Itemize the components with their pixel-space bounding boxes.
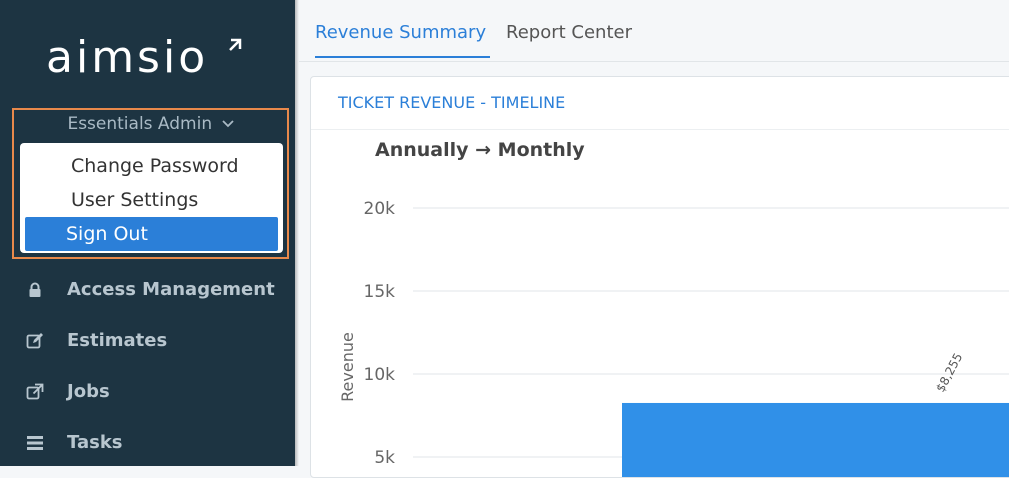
list-icon xyxy=(25,433,45,453)
main-content: Revenue Summary Report Center TICKET REV… xyxy=(299,0,1009,478)
logo-text: aimsio xyxy=(46,32,209,83)
sidebar-item-label: Access Management xyxy=(67,279,275,300)
change-password-item[interactable]: Change Password xyxy=(25,149,278,183)
lock-icon xyxy=(25,280,45,300)
revenue-chart: 20k 15k 10k 5k Revenue $8,255 xyxy=(338,199,1009,477)
sign-out-item[interactable]: Sign Out xyxy=(25,217,278,251)
user-menu-highlight: Essentials Admin Change Password User Se… xyxy=(12,108,289,259)
y-tick-label: 10k xyxy=(364,365,396,385)
chevron-down-icon xyxy=(221,120,234,128)
sidebar: aimsio Essentials Admin Change Password … xyxy=(0,0,295,466)
y-axis-label: Revenue xyxy=(338,332,357,402)
sidebar-item-label: Jobs xyxy=(67,381,110,402)
user-settings-item[interactable]: User Settings xyxy=(25,183,278,217)
revenue-timeline-card: TICKET REVENUE - TIMELINE Annually → Mon… xyxy=(310,76,1009,478)
tab-report-center[interactable]: Report Center xyxy=(506,22,632,56)
user-menu-toggle[interactable]: Essentials Admin xyxy=(14,114,287,134)
sidebar-item-jobs[interactable]: Jobs xyxy=(0,366,295,417)
aimsio-logo[interactable]: aimsio xyxy=(46,34,246,82)
external-link-icon xyxy=(25,382,45,402)
sidebar-item-access-management[interactable]: Access Management xyxy=(0,264,295,315)
edit-icon xyxy=(25,331,45,351)
logo-arrow-icon xyxy=(229,38,242,51)
tab-revenue-summary[interactable]: Revenue Summary xyxy=(315,22,491,58)
tab-bar: Revenue Summary Report Center xyxy=(299,0,1009,62)
user-name: Essentials Admin xyxy=(67,114,213,134)
y-tick-label: 15k xyxy=(364,282,396,302)
bar-data-label: $8,255 xyxy=(933,351,965,395)
y-tick-label: 5k xyxy=(374,448,395,468)
y-tick-label: 20k xyxy=(364,199,396,219)
user-dropdown-menu: Change Password User Settings Sign Out xyxy=(20,143,283,253)
sidebar-item-label: Estimates xyxy=(67,330,168,351)
sidebar-item-tasks[interactable]: Tasks xyxy=(0,417,295,468)
sidebar-nav: Access Management Estimates Jobs Tasks xyxy=(0,264,295,468)
sidebar-item-estimates[interactable]: Estimates xyxy=(0,315,295,366)
sidebar-item-label: Tasks xyxy=(67,432,123,453)
